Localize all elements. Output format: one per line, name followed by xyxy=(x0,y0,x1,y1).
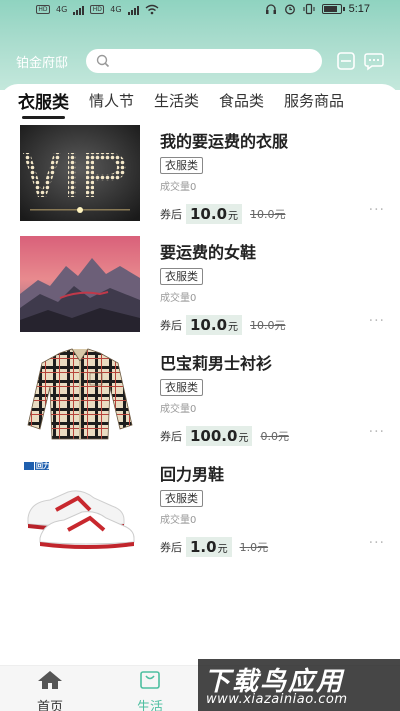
coupon-label: 券后 xyxy=(160,208,182,221)
product-list: VIP 我的要运费的衣服 衣服类 成交量0 券后 10.0 元 10.0元 ··… xyxy=(0,122,400,566)
status-bar: HD 4G HD 4G 5:17 xyxy=(0,0,400,24)
more-icon[interactable]: ··· xyxy=(369,535,385,551)
price-value: 1.0 xyxy=(190,538,217,556)
product-info: 要运费的女鞋 衣服类 成交量0 券后 10.0 元 10.0元 ··· xyxy=(160,239,385,339)
network2-label: 4G xyxy=(110,5,122,14)
message-icon[interactable] xyxy=(363,50,385,72)
price-box: 10.0 元 xyxy=(186,315,243,335)
watermark-url: www.xiazainiao.com xyxy=(206,692,348,707)
nav-home[interactable]: 首页 xyxy=(20,670,80,711)
nav-life[interactable]: 生活 xyxy=(120,670,180,711)
nav-life-label: 生活 xyxy=(136,700,163,711)
coupon-label: 券后 xyxy=(160,319,182,332)
location-label[interactable]: 铂金府邸 xyxy=(16,52,68,71)
headphones-icon xyxy=(265,4,276,14)
clock: 5:17 xyxy=(348,3,370,15)
signal2-icon xyxy=(127,5,139,15)
original-price: 10.0元 xyxy=(250,208,286,221)
more-icon[interactable]: ··· xyxy=(369,424,385,440)
sales-count: 成交量0 xyxy=(160,293,197,304)
product-card[interactable]: VIP 我的要运费的衣服 衣服类 成交量0 券后 10.0 元 10.0元 ··… xyxy=(0,122,400,233)
price-box: 100.0 元 xyxy=(186,426,253,446)
price-row: 券后 10.0 元 10.0元 xyxy=(160,204,286,224)
original-price: 10.0元 xyxy=(250,319,286,332)
product-info: 回力男鞋 衣服类 成交量0 券后 1.0 元 1.0元 ··· xyxy=(160,461,385,561)
tab-living[interactable]: 生活类 xyxy=(154,90,199,113)
product-title[interactable]: 巴宝莉男士衬衫 xyxy=(160,350,385,374)
search-input[interactable] xyxy=(86,49,322,73)
product-card[interactable]: 巴宝莉男士衬衫 衣服类 成交量0 券后 100.0 元 0.0元 ··· xyxy=(0,344,400,455)
category-tag: 衣服类 xyxy=(160,268,203,285)
search-icon xyxy=(96,54,110,68)
product-info: 我的要运费的衣服 衣服类 成交量0 券后 10.0 元 10.0元 ··· xyxy=(160,128,385,228)
nav-home-label: 首页 xyxy=(36,700,63,711)
product-card[interactable]: 回力 回力男鞋 衣服类 成交量0 券后 1.0 元 1.0元 ··· xyxy=(0,455,400,566)
price-unit: 元 xyxy=(238,433,249,444)
price-value: 10.0 xyxy=(190,316,228,334)
tab-food[interactable]: 食品类 xyxy=(219,90,264,113)
shopping-bag-icon xyxy=(140,671,160,689)
sneakers-image[interactable]: 回力 xyxy=(20,458,140,554)
product-info: 巴宝莉男士衬衫 衣服类 成交量0 券后 100.0 元 0.0元 ··· xyxy=(160,350,385,450)
price-row: 券后 10.0 元 10.0元 xyxy=(160,315,286,335)
product-title[interactable]: 我的要运费的衣服 xyxy=(160,128,385,152)
sim2-badge: HD xyxy=(90,5,105,14)
mountain-sunset-image[interactable] xyxy=(20,236,140,332)
coupon-label: 券后 xyxy=(160,541,182,554)
sim1-badge: HD xyxy=(36,5,50,14)
vip-image-text: VIP xyxy=(20,125,21,126)
price-unit: 元 xyxy=(228,211,239,222)
status-left: HD 4G HD 4G xyxy=(36,4,159,15)
product-title[interactable]: 要运费的女鞋 xyxy=(160,239,385,263)
sales-count: 成交量0 xyxy=(160,404,197,415)
wifi-icon xyxy=(145,4,159,15)
brand-logo-text: 回力 xyxy=(36,462,50,470)
product-title[interactable]: 回力男鞋 xyxy=(160,461,385,485)
plaid-shirt-image[interactable] xyxy=(20,347,140,443)
price-row: 券后 100.0 元 0.0元 xyxy=(160,426,289,446)
product-card[interactable]: 要运费的女鞋 衣服类 成交量0 券后 10.0 元 10.0元 ··· xyxy=(0,233,400,344)
battery-icon xyxy=(321,4,345,14)
vibrate-icon xyxy=(303,3,315,15)
category-tabs: 衣服类 情人节 生活类 食品类 服务商品 xyxy=(0,84,400,120)
home-icon xyxy=(38,671,62,689)
status-right: 5:17 xyxy=(265,3,370,15)
price-value: 10.0 xyxy=(190,205,228,223)
tab-services[interactable]: 服务商品 xyxy=(284,90,344,113)
coupon-label: 券后 xyxy=(160,430,182,443)
price-box: 1.0 元 xyxy=(186,537,232,557)
category-tag: 衣服类 xyxy=(160,157,203,174)
original-price: 0.0元 xyxy=(260,430,289,443)
network1-label: 4G xyxy=(56,5,68,14)
watermark: 下载鸟应用 www.xiazainiao.com xyxy=(198,659,400,711)
tab-valentines[interactable]: 情人节 xyxy=(89,90,134,113)
more-icon[interactable]: ··· xyxy=(369,313,385,329)
sales-count: 成交量0 xyxy=(160,182,197,193)
app-header: 铂金府邸 xyxy=(0,46,400,76)
sales-count: 成交量0 xyxy=(160,515,197,526)
scan-icon[interactable] xyxy=(335,50,357,72)
more-icon[interactable]: ··· xyxy=(369,202,385,218)
price-value: 100.0 xyxy=(190,427,238,445)
category-tag: 衣服类 xyxy=(160,379,203,396)
price-box: 10.0 元 xyxy=(186,204,243,224)
vip-lights-image[interactable]: VIP xyxy=(20,125,140,221)
tab-clothing[interactable]: 衣服类 xyxy=(18,88,69,119)
price-row: 券后 1.0 元 1.0元 xyxy=(160,537,268,557)
price-unit: 元 xyxy=(228,322,239,333)
category-tag: 衣服类 xyxy=(160,490,203,507)
header-background: HD 4G HD 4G 5:17 铂金府邸 xyxy=(0,0,400,90)
alarm-icon xyxy=(284,4,295,15)
signal1-icon xyxy=(73,5,85,15)
original-price: 1.0元 xyxy=(239,541,269,554)
price-unit: 元 xyxy=(217,544,228,555)
tab-list: 衣服类 情人节 生活类 食品类 服务商品 xyxy=(18,88,344,119)
